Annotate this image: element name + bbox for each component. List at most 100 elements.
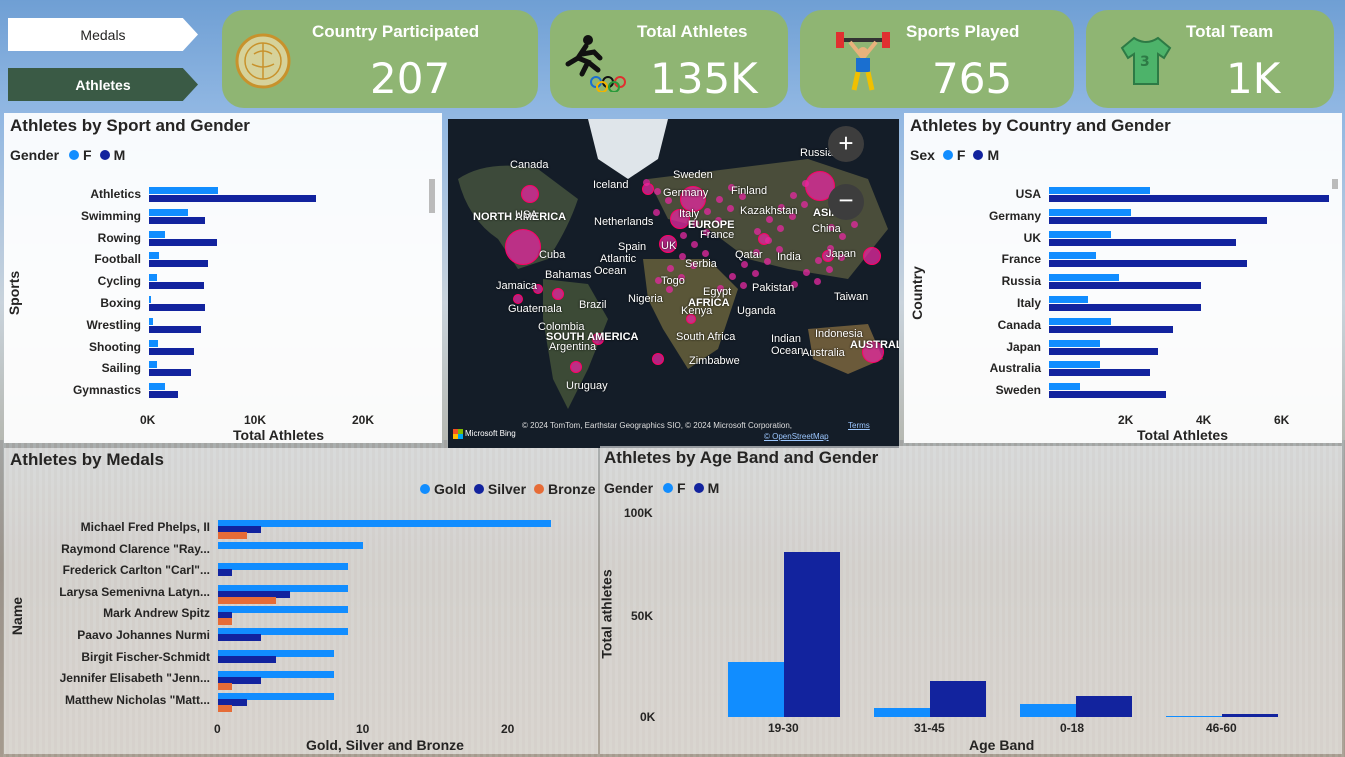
category-label: Shooting — [89, 339, 141, 354]
bar-silver — [218, 634, 262, 641]
category-label: France — [1001, 252, 1041, 267]
x-tick: 6K — [1274, 413, 1290, 427]
map-label: Ocean — [594, 265, 627, 277]
jersey-icon: 3 — [1120, 36, 1172, 85]
bar-m — [1049, 369, 1151, 377]
category-label: USA — [1015, 187, 1041, 201]
bar-bronze — [218, 704, 233, 712]
map-label: Sweden — [673, 169, 713, 181]
bar-gold — [218, 563, 349, 571]
map-label: Uruguay — [566, 380, 608, 392]
bar-f — [149, 383, 166, 391]
bar-gold — [218, 541, 363, 549]
bar-f — [149, 296, 152, 303]
bar-silver — [218, 655, 276, 663]
bar-m — [1049, 391, 1166, 399]
zoom-in-button[interactable]: + — [828, 126, 864, 162]
bar-m — [149, 391, 179, 399]
map-label: Australia — [802, 347, 845, 359]
bar-m — [1049, 347, 1158, 355]
column-m — [784, 551, 840, 717]
zoom-out-button[interactable]: − — [828, 184, 864, 220]
kpi-total-athletes: Total Athletes 135K — [550, 10, 788, 108]
map-label: UK — [661, 240, 677, 252]
x-tick: 10 — [356, 722, 370, 736]
map-label: Iceland — [593, 179, 629, 191]
map-label: South Africa — [676, 331, 736, 343]
map-terms-link[interactable]: Terms — [848, 421, 870, 430]
kpi-label: Country Participated — [312, 22, 480, 41]
map-label: Brazil — [579, 299, 607, 311]
map-label: Spain — [618, 241, 647, 253]
bar-silver — [218, 569, 233, 577]
kpi-label: Total Athletes — [637, 22, 748, 41]
map-label: AUSTRALIA — [850, 339, 899, 351]
bar-f — [1049, 383, 1081, 391]
category-label: Canada — [997, 317, 1041, 332]
bar-m — [1049, 195, 1330, 202]
category-label: Gymnastics — [72, 383, 141, 398]
nav-panel: Medals Athletes — [0, 0, 215, 112]
map-attribution: © 2024 TomTom, Earthstar Geographics SIO… — [522, 421, 792, 430]
column-m — [1076, 695, 1132, 717]
map-labels: Canada Iceland Sweden Russia Germany Finland N… — [448, 119, 899, 448]
map-label: Germany — [663, 187, 709, 199]
map-label: Japan — [826, 248, 856, 260]
map-label: Argentina — [549, 341, 597, 353]
map-label: Pakistan — [752, 282, 795, 294]
x-tick: 4K — [1196, 413, 1212, 427]
scrollbar[interactable] — [429, 179, 435, 213]
map-label: Jamaica — [496, 280, 537, 292]
scrollbar[interactable] — [1332, 179, 1338, 189]
medals-chart: Athletes by Medals Gold Silver Bronze Na… — [4, 448, 598, 754]
map-label: Nigeria — [628, 293, 663, 305]
bar-bronze — [218, 596, 276, 604]
category-label: Wrestling — [86, 317, 141, 332]
x-tick: 0 — [214, 722, 221, 736]
category-label: Cycling — [97, 274, 141, 289]
medals-nav-button[interactable]: Medals — [8, 18, 198, 51]
column-f — [728, 661, 784, 717]
bar-bronze — [218, 618, 233, 626]
bar-f — [1049, 252, 1096, 260]
bar-f — [1049, 317, 1112, 325]
runner-rings-icon — [565, 35, 626, 92]
age-bars: 19-30 31-45 0-18 46-60 — [600, 446, 1342, 754]
svg-text:3: 3 — [1140, 54, 1150, 70]
category-label: Swimming — [80, 208, 141, 223]
category-label: Russia — [1001, 274, 1041, 289]
bar-m — [1049, 260, 1248, 268]
category-label: Birgit Fischer-Schmidt — [81, 649, 210, 664]
microsoft-logo-icon — [453, 429, 463, 439]
x-tick: 20K — [352, 413, 375, 427]
bar-f — [149, 187, 218, 194]
column-m — [1222, 713, 1278, 717]
category-label: UK — [1023, 230, 1041, 245]
bar-m — [149, 195, 316, 202]
category-label: Jennifer Elisabeth "Jenn... — [59, 671, 210, 686]
category-label: Sailing — [101, 361, 141, 376]
bar-gold — [218, 520, 551, 527]
category-label: Sweden — [995, 383, 1041, 398]
map-label: Uganda — [737, 305, 776, 317]
map-label: Netherlands — [594, 216, 654, 228]
kpi-total-team: 3 Total Team 1K — [1086, 10, 1334, 108]
category-label: Matthew Nicholas "Matt... — [64, 692, 210, 707]
map-label: France — [700, 229, 735, 241]
world-map[interactable]: Canada Iceland Sweden Russia Germany Finland N… — [448, 119, 899, 448]
bar-m — [149, 238, 217, 246]
x-axis-title: Age Band — [969, 737, 1035, 753]
bar-m — [1049, 304, 1201, 311]
athletes-nav-button[interactable]: Athletes — [8, 68, 198, 101]
x-tick-label: 31-45 — [914, 721, 945, 735]
map-label: Guatemala — [508, 303, 562, 315]
bar-gold — [218, 606, 349, 614]
kpi-value: 1K — [1226, 54, 1281, 103]
weightlifter-icon — [836, 32, 890, 91]
bar-f — [149, 274, 157, 282]
category-label: Raymond Clarence "Ray... — [61, 541, 210, 556]
map-label: China — [812, 223, 841, 235]
osm-link[interactable]: © OpenStreetMap — [764, 432, 829, 441]
map-label: Indian — [771, 333, 801, 345]
bar-f — [1049, 339, 1100, 347]
